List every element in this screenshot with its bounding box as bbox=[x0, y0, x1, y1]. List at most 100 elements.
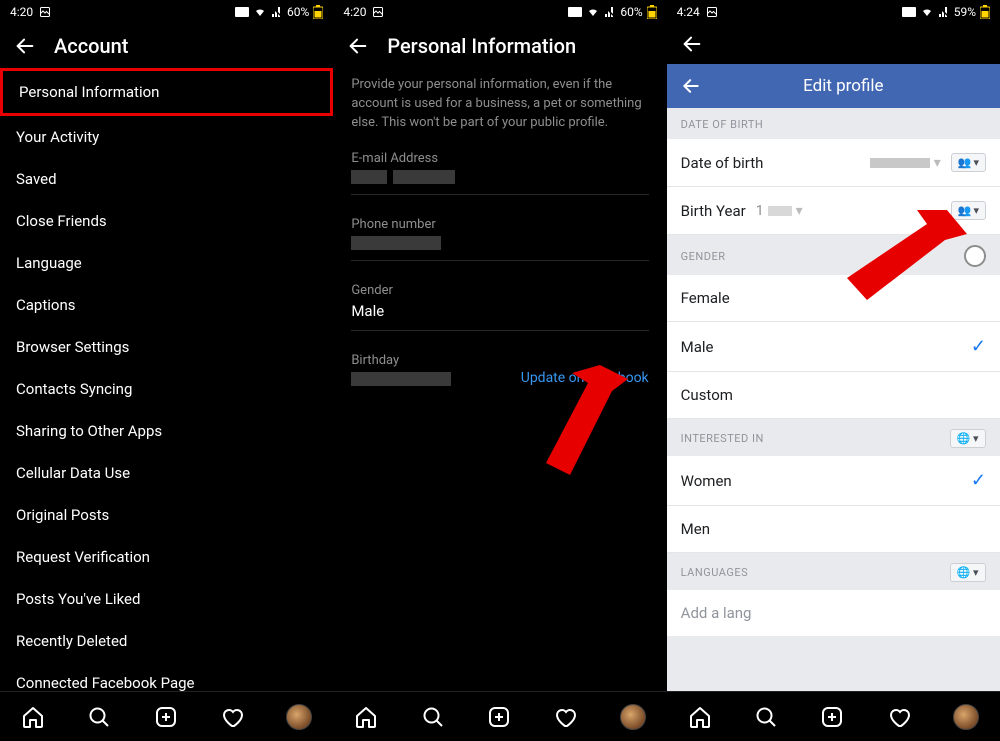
menu-item-language[interactable]: Language bbox=[0, 242, 333, 284]
bottom-nav bbox=[667, 691, 1000, 741]
page-title: Account bbox=[54, 34, 128, 58]
status-battery: 59% bbox=[954, 5, 976, 19]
field-value: Male bbox=[351, 302, 648, 320]
home-icon[interactable] bbox=[21, 705, 45, 729]
field-label: Gender bbox=[351, 283, 648, 298]
row-interested-men[interactable]: Men bbox=[667, 506, 1000, 553]
row-gender-female[interactable]: Female bbox=[667, 275, 1000, 322]
menu-item-recently-deleted[interactable]: Recently Deleted bbox=[0, 620, 333, 662]
menu-item-saved[interactable]: Saved bbox=[0, 158, 333, 200]
section-header-gender: GENDER bbox=[667, 235, 1000, 275]
status-battery: 60% bbox=[620, 5, 642, 19]
status-time: 4:24 bbox=[677, 5, 700, 19]
back-arrow-icon[interactable] bbox=[347, 35, 369, 57]
fb-header-title: Edit profile bbox=[701, 76, 986, 96]
status-bar: 4:20 60% bbox=[333, 0, 666, 24]
fb-back-arrow-icon[interactable] bbox=[681, 76, 701, 96]
row-gender-male[interactable]: Male ✓ bbox=[667, 322, 1000, 372]
privacy-button-public[interactable]: 🌐▾ bbox=[950, 429, 986, 448]
update-on-facebook-link[interactable]: Update on Facebook bbox=[521, 370, 649, 386]
home-icon[interactable] bbox=[354, 705, 378, 729]
gender-toggle-icon[interactable] bbox=[964, 245, 986, 267]
header bbox=[667, 24, 1000, 64]
status-time: 4:20 bbox=[10, 5, 33, 19]
field-birthday[interactable]: Birthday Update on Facebook bbox=[351, 353, 648, 396]
volte-icon bbox=[568, 7, 582, 17]
section-header-dob: DATE OF BIRTH bbox=[667, 108, 1000, 139]
birthyear-value: 1▾ bbox=[756, 203, 803, 219]
activity-heart-icon[interactable] bbox=[887, 705, 911, 729]
activity-heart-icon[interactable] bbox=[220, 705, 244, 729]
menu-item-connected-facebook-page[interactable]: Connected Facebook Page bbox=[0, 662, 333, 691]
volte-icon bbox=[235, 7, 249, 17]
info-description: Provide your personal information, even … bbox=[351, 76, 648, 133]
panel-account: 4:20 60% Account Personal Information Yo… bbox=[0, 0, 333, 741]
row-birth-year[interactable]: Birth Year 1▾ 👥▾ bbox=[667, 187, 1000, 235]
status-bar: 4:20 60% bbox=[0, 0, 333, 24]
menu-item-contacts-syncing[interactable]: Contacts Syncing bbox=[0, 368, 333, 410]
menu-item-your-activity[interactable]: Your Activity bbox=[0, 116, 333, 158]
status-battery: 60% bbox=[287, 5, 309, 19]
field-value-redacted bbox=[351, 170, 648, 184]
add-language-input[interactable]: Add a lang bbox=[667, 590, 1000, 636]
add-post-icon[interactable] bbox=[154, 705, 178, 729]
menu-list: Personal Information Your Activity Saved… bbox=[0, 68, 333, 691]
back-arrow-icon[interactable] bbox=[14, 35, 36, 57]
status-bar: 4:24 59% bbox=[667, 0, 1000, 24]
menu-item-original-posts[interactable]: Original Posts bbox=[0, 494, 333, 536]
privacy-button-friends[interactable]: 👥▾ bbox=[951, 153, 986, 172]
privacy-button-friends[interactable]: 👥▾ bbox=[951, 201, 986, 220]
wifi-icon bbox=[920, 6, 934, 18]
field-gender[interactable]: Gender Male bbox=[351, 283, 648, 331]
signal-icon bbox=[604, 6, 616, 18]
field-label: E-mail Address bbox=[351, 151, 648, 166]
search-icon[interactable] bbox=[421, 705, 445, 729]
home-icon[interactable] bbox=[688, 705, 712, 729]
menu-item-cellular-data-use[interactable]: Cellular Data Use bbox=[0, 452, 333, 494]
page-title: Personal Information bbox=[387, 34, 576, 58]
section-header-languages: LANGUAGES 🌐▾ bbox=[667, 553, 1000, 590]
activity-heart-icon[interactable] bbox=[553, 705, 577, 729]
back-arrow-icon[interactable] bbox=[681, 33, 703, 55]
menu-item-browser-settings[interactable]: Browser Settings bbox=[0, 326, 333, 368]
battery-icon bbox=[980, 5, 990, 19]
menu-item-request-verification[interactable]: Request Verification bbox=[0, 536, 333, 578]
row-gender-custom[interactable]: Custom bbox=[667, 372, 1000, 419]
row-interested-women[interactable]: Women ✓ bbox=[667, 456, 1000, 506]
battery-icon bbox=[647, 5, 657, 19]
header: Account bbox=[0, 24, 333, 68]
menu-item-posts-youve-liked[interactable]: Posts You've Liked bbox=[0, 578, 333, 620]
battery-icon bbox=[313, 5, 323, 19]
field-email[interactable]: E-mail Address bbox=[351, 151, 648, 195]
signal-icon bbox=[938, 6, 950, 18]
volte-icon bbox=[902, 7, 916, 17]
screenshot-icon bbox=[706, 6, 718, 18]
search-icon[interactable] bbox=[87, 705, 111, 729]
header: Personal Information bbox=[333, 24, 666, 68]
screenshot-icon bbox=[372, 6, 384, 18]
panel-personal-information: 4:20 60% Personal Information Provide yo… bbox=[333, 0, 666, 741]
profile-avatar[interactable] bbox=[286, 704, 312, 730]
screenshot-icon bbox=[39, 6, 51, 18]
profile-avatar[interactable] bbox=[953, 704, 979, 730]
menu-item-captions[interactable]: Captions bbox=[0, 284, 333, 326]
add-post-icon[interactable] bbox=[487, 705, 511, 729]
menu-item-personal-information[interactable]: Personal Information bbox=[0, 68, 333, 116]
menu-item-close-friends[interactable]: Close Friends bbox=[0, 200, 333, 242]
privacy-button-public[interactable]: 🌐▾ bbox=[950, 563, 986, 582]
menu-item-sharing-to-other-apps[interactable]: Sharing to Other Apps bbox=[0, 410, 333, 452]
field-label: Phone number bbox=[351, 217, 648, 232]
dob-value-redacted: ▾ bbox=[870, 155, 941, 171]
row-date-of-birth[interactable]: Date of birth ▾ 👥▾ bbox=[667, 139, 1000, 187]
status-time: 4:20 bbox=[343, 5, 366, 19]
check-icon: ✓ bbox=[971, 336, 986, 357]
section-header-interested: INTERESTED IN 🌐▾ bbox=[667, 419, 1000, 456]
field-phone[interactable]: Phone number bbox=[351, 217, 648, 261]
add-post-icon[interactable] bbox=[820, 705, 844, 729]
bottom-nav bbox=[333, 691, 666, 741]
bottom-nav bbox=[0, 691, 333, 741]
search-icon[interactable] bbox=[754, 705, 778, 729]
profile-avatar[interactable] bbox=[620, 704, 646, 730]
signal-icon bbox=[271, 6, 283, 18]
wifi-icon bbox=[586, 6, 600, 18]
